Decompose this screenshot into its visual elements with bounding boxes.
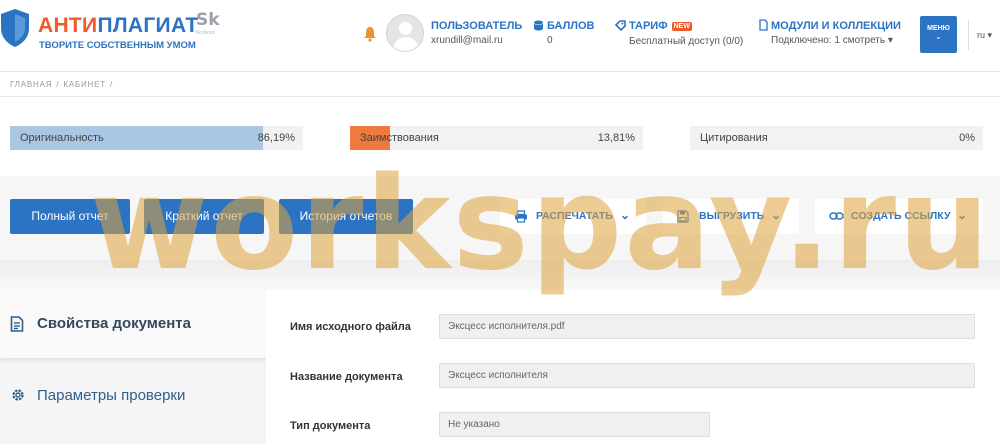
document-sidebar: Свойства документа Параметры проверки [0, 290, 266, 444]
stat-value: 0% [959, 132, 975, 144]
file-icon [759, 19, 768, 31]
document-properties-form: Имя исходного файла Эксцесс исполнителя.… [266, 290, 1000, 444]
export-label: Выгрузить [699, 210, 765, 222]
user-email: xrundill@mail.ru [431, 35, 503, 46]
logo-title: АНТИПЛАГИАТ [38, 14, 199, 37]
breadcrumb: Главная / Кабинет / [10, 80, 113, 89]
printer-icon [515, 210, 527, 223]
source-filename-field[interactable]: Эксцесс исполнителя.pdf [439, 314, 975, 339]
divider [968, 20, 969, 50]
app-header: АНТИПЛАГИАТ ТВОРИТЕ СОБСТВЕННЫМ УМОМ Sk … [0, 0, 1000, 72]
user-label[interactable]: Пользователь [431, 20, 522, 32]
tag-icon [615, 20, 626, 31]
chevron-down-icon: ▾ [887, 35, 893, 46]
chevron-down-icon: ▾ [987, 30, 993, 40]
database-icon [534, 20, 543, 31]
skolkovo-label: Skolkovo [195, 30, 216, 36]
tariff-label[interactable]: Тариф NEW [629, 20, 692, 32]
chevron-down-icon: ⌄ [957, 208, 968, 222]
sidebar-item-label: Параметры проверки [37, 387, 186, 404]
sidebar-item-document-properties[interactable]: Свойства документа [0, 290, 266, 358]
stat-borrowing: Заимствования 13,81% [350, 126, 643, 150]
stat-originality: Оригинальность 86,19% [10, 126, 303, 150]
stat-label: Цитирования [700, 132, 768, 144]
stat-label: Заимствования [360, 132, 439, 144]
sidebar-item-check-parameters[interactable]: Параметры проверки [0, 362, 266, 430]
chevron-down-icon: ⌄ [620, 208, 631, 222]
stat-label: Оригинальность [20, 132, 104, 144]
skolkovo-logo: Sk [196, 10, 220, 30]
field-label: Имя исходного файла [290, 321, 411, 333]
print-button[interactable]: Распечатать ⌄ [500, 199, 646, 234]
create-link-button[interactable]: Создать ссылку ⌄ [815, 199, 983, 234]
field-label: Название документа [290, 371, 403, 383]
create-link-label: Создать ссылку [851, 210, 951, 222]
new-badge: NEW [671, 22, 692, 31]
sidebar-item-label: Свойства документа [37, 315, 191, 332]
report-history-button[interactable]: История отчетов [279, 199, 413, 234]
tariff-value: Бесплатный доступ (0/0) [629, 36, 744, 47]
points-value: 0 [547, 35, 553, 46]
avatar[interactable] [386, 14, 424, 52]
section-separator [0, 260, 1000, 290]
breadcrumb-cabinet[interactable]: Кабинет [63, 80, 106, 89]
bell-icon[interactable] [363, 26, 377, 42]
shield-icon [1, 9, 29, 47]
stat-value: 86,19% [257, 132, 295, 144]
modules-value[interactable]: Подключено: 1 смотреть ▾ [771, 35, 893, 46]
document-type-select[interactable]: Не указано [439, 412, 710, 437]
gear-icon [12, 389, 24, 401]
stat-value: 13,81% [597, 132, 635, 144]
full-report-button[interactable]: Полный отчет [10, 199, 130, 234]
menu-button[interactable]: Меню ⌄ [920, 16, 957, 53]
field-label: Тип документа [290, 420, 371, 432]
short-report-button[interactable]: Краткий отчет [144, 199, 264, 234]
antiplagiat-logo[interactable]: АНТИПЛАГИАТ ТВОРИТЕ СОБСТВЕННЫМ УМОМ [0, 8, 198, 56]
breadcrumb-home[interactable]: Главная [10, 80, 52, 89]
document-icon [10, 316, 24, 332]
floppy-disk-icon [677, 210, 689, 223]
report-actions-bar: Полный отчет Краткий отчет История отчет… [0, 176, 1000, 260]
points-label: Баллов [547, 20, 595, 32]
language-select[interactable]: ru ▾ [977, 30, 992, 41]
modules-label[interactable]: Модули и коллекции [771, 20, 901, 32]
export-button[interactable]: Выгрузить ⌄ [663, 199, 799, 234]
chevron-down-icon: ⌄ [935, 32, 942, 41]
stat-citation: Цитирования 0% [690, 126, 983, 150]
print-label: Распечатать [536, 210, 613, 222]
link-icon [829, 212, 844, 220]
chevron-down-icon: ⌄ [771, 208, 782, 222]
document-title-field[interactable]: Эксцесс исполнителя [439, 363, 975, 388]
divider [0, 96, 1000, 97]
logo-subtitle: ТВОРИТЕ СОБСТВЕННЫМ УМОМ [39, 40, 196, 51]
